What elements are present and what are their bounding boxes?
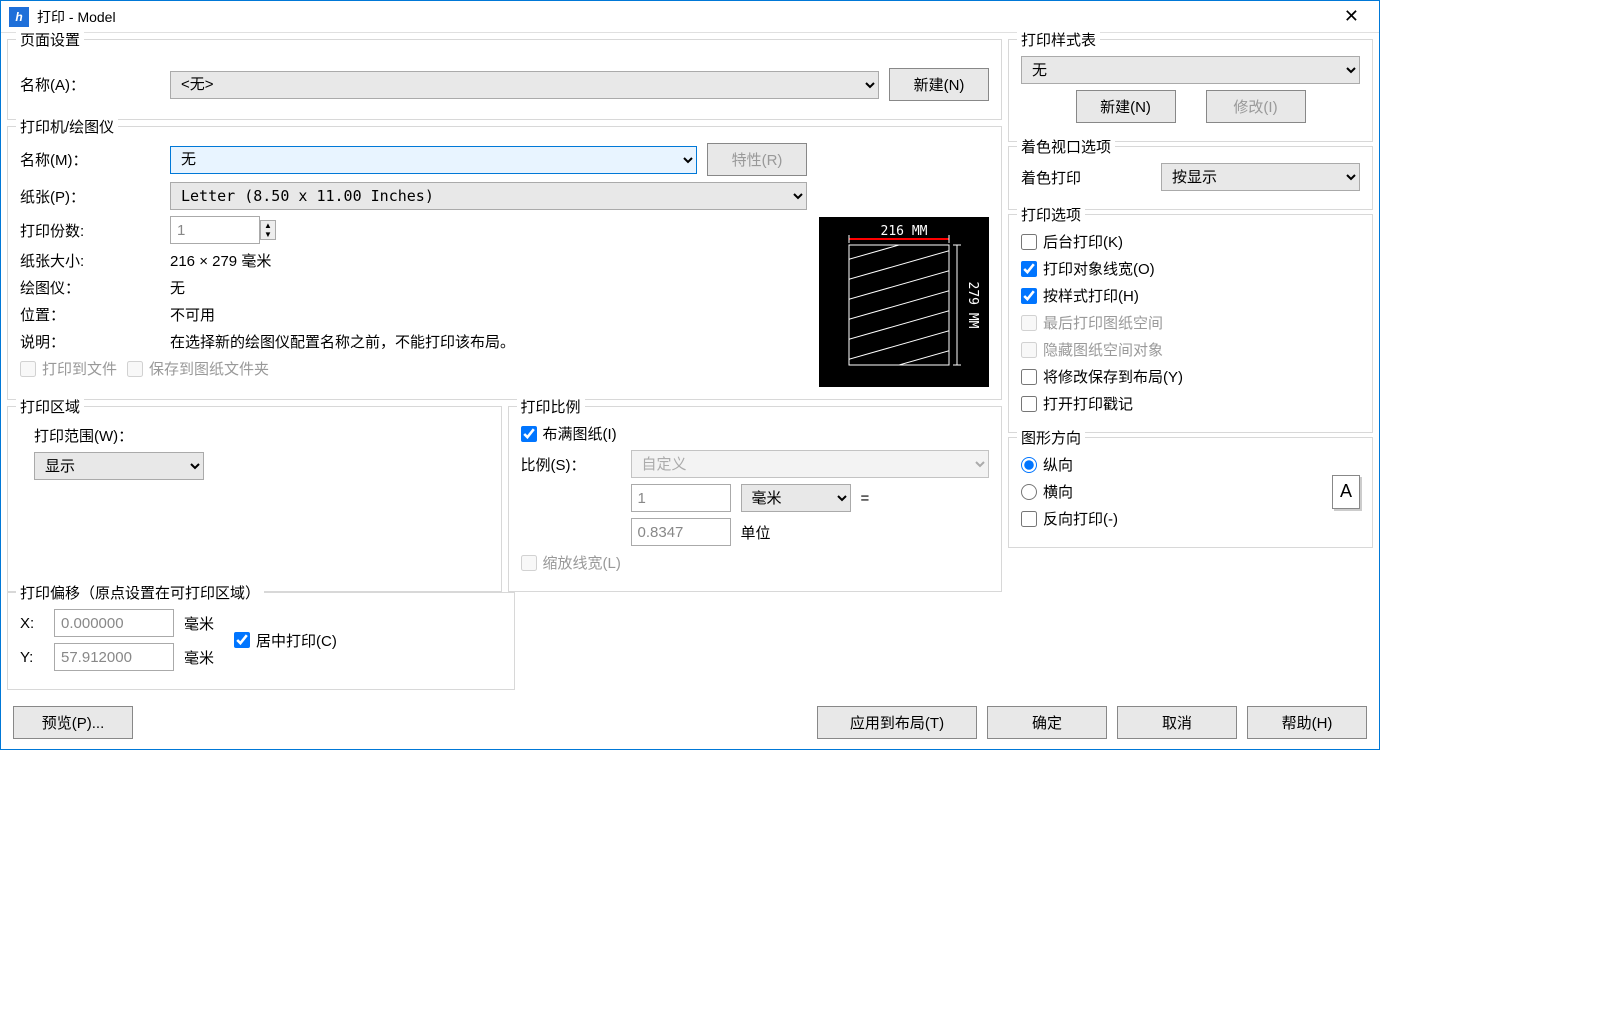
options-legend: 打印选项 [1017, 204, 1085, 225]
reverse-check[interactable]: 反向打印(-) [1021, 508, 1118, 529]
paper-preview: 216 MM [819, 217, 989, 387]
pspace-last-check[interactable]: 最后打印图纸空间 [1021, 312, 1163, 333]
printer-name-label: 名称(M)： [20, 149, 160, 170]
printer-props-button[interactable]: 特性(R) [707, 143, 807, 176]
equals-label: = [861, 490, 870, 507]
svg-text:279 MM: 279 MM [965, 282, 980, 329]
plot-style-check[interactable]: 按样式打印(H) [1021, 285, 1139, 306]
cancel-button[interactable]: 取消 [1117, 706, 1237, 739]
landscape-radio[interactable]: 横向 [1021, 481, 1073, 502]
style-select[interactable]: 无 [1021, 56, 1360, 84]
copies-label: 打印份数: [20, 220, 160, 241]
preview-button[interactable]: 预览(P)... [13, 706, 133, 739]
shade-viewport-group: 着色视口选项 着色打印 按显示 [1008, 146, 1373, 210]
unit-label: 单位 [741, 522, 771, 543]
print-scale-group: 打印比例 布满图纸(I) 比例(S)： 自定义 毫米 = [508, 406, 1003, 592]
plot-stamp-check[interactable]: 打开打印戳记 [1021, 393, 1133, 414]
style-new-button[interactable]: 新建(N) [1076, 90, 1176, 123]
ratio-label: 比例(S)： [521, 454, 621, 475]
shade-legend: 着色视口选项 [1017, 136, 1115, 157]
close-icon[interactable]: ✕ [1332, 2, 1371, 31]
style-modify-button[interactable]: 修改(I) [1206, 90, 1306, 123]
app-icon: h [9, 7, 29, 27]
location-value: 不可用 [170, 304, 215, 325]
plotter-label: 绘图仪： [20, 277, 160, 298]
portrait-radio[interactable]: 纵向 [1021, 454, 1073, 475]
page-setup-legend: 页面设置 [16, 29, 84, 50]
x-label: X: [20, 615, 44, 632]
style-legend: 打印样式表 [1017, 29, 1100, 50]
scale-den-input[interactable] [631, 518, 731, 546]
save-to-sheet-check[interactable]: 保存到图纸文件夹 [127, 358, 269, 379]
x-input[interactable] [54, 609, 174, 637]
ratio-select[interactable]: 自定义 [631, 450, 990, 478]
print-offset-group: 打印偏移（原点设置在可打印区域） X: 毫米 Y: 毫米 [7, 592, 515, 690]
center-plot-check[interactable]: 居中打印(C) [234, 630, 337, 651]
apply-button[interactable]: 应用到布局(T) [817, 706, 977, 739]
shade-select[interactable]: 按显示 [1161, 163, 1360, 191]
location-label: 位置： [20, 304, 160, 325]
lineweight-check[interactable]: 打印对象线宽(O) [1021, 258, 1155, 279]
bg-plot-check[interactable]: 后台打印(K) [1021, 231, 1123, 252]
offset-legend: 打印偏移（原点设置在可打印区域） [16, 582, 264, 603]
range-select[interactable]: 显示 [34, 452, 204, 480]
area-legend: 打印区域 [16, 396, 84, 417]
scale-lineweight-check[interactable]: 缩放线宽(L) [521, 552, 621, 573]
fit-paper-check[interactable]: 布满图纸(I) [521, 423, 617, 444]
plot-options-group: 打印选项 后台打印(K) 打印对象线宽(O) 按样式打印(H) 最后打印图纸空间… [1008, 214, 1373, 433]
printer-name-select[interactable]: 无 [170, 146, 697, 174]
plotter-value: 无 [170, 277, 185, 298]
ok-button[interactable]: 确定 [987, 706, 1107, 739]
shade-label: 着色打印 [1021, 167, 1151, 188]
page-setup-group: 页面设置 名称(A)： <无> 新建(N) [7, 39, 1002, 120]
y-label: Y: [20, 649, 44, 666]
paper-select[interactable]: Letter (8.50 x 11.00 Inches) [170, 182, 807, 210]
range-label: 打印范围(W)： [34, 425, 489, 446]
x-mm: 毫米 [184, 613, 214, 634]
orientation-group: 图形方向 纵向 横向 反向打印(-) A [1008, 437, 1373, 548]
copies-input[interactable] [170, 216, 260, 244]
scale-unit-select[interactable]: 毫米 [741, 484, 851, 512]
printer-group: 打印机/绘图仪 名称(M)： 无 特性(R) 纸张(P)： Letter (8.… [7, 126, 1002, 400]
papersize-label: 纸张大小: [20, 250, 160, 271]
print-to-file-check[interactable]: 打印到文件 [20, 358, 117, 379]
desc-value: 在选择新的绘图仪配置名称之前，不能打印该布局。 [170, 331, 515, 352]
y-mm: 毫米 [184, 647, 214, 668]
orient-legend: 图形方向 [1017, 427, 1085, 448]
page-name-select[interactable]: <无> [170, 71, 879, 99]
save-layout-check[interactable]: 将修改保存到布局(Y) [1021, 366, 1183, 387]
copies-spinner[interactable]: ▲▼ [260, 220, 276, 240]
plot-style-group: 打印样式表 无 新建(N) 修改(I) [1008, 39, 1373, 142]
paper-label: 纸张(P)： [20, 186, 160, 207]
button-bar: 预览(P)... 应用到布局(T) 确定 取消 帮助(H) [1, 696, 1379, 749]
help-button[interactable]: 帮助(H) [1247, 706, 1367, 739]
titlebar: h 打印 - Model ✕ [1, 1, 1379, 33]
y-input[interactable] [54, 643, 174, 671]
papersize-value: 216 × 279 毫米 [170, 250, 271, 271]
print-area-group: 打印区域 打印范围(W)： 显示 [7, 406, 502, 592]
printer-legend: 打印机/绘图仪 [16, 116, 118, 137]
orientation-icon: A [1332, 475, 1360, 509]
print-dialog: h 打印 - Model ✕ 页面设置 名称(A)： <无> 新建(N) 打印机… [0, 0, 1380, 750]
page-name-label: 名称(A)： [20, 74, 160, 95]
scale-legend: 打印比例 [517, 396, 585, 417]
window-title: 打印 - Model [37, 7, 1332, 27]
desc-label: 说明： [20, 331, 160, 352]
scale-num-input[interactable] [631, 484, 731, 512]
svg-text:216 MM: 216 MM [881, 224, 928, 239]
hide-pspace-check[interactable]: 隐藏图纸空间对象 [1021, 339, 1163, 360]
page-new-button[interactable]: 新建(N) [889, 68, 989, 101]
